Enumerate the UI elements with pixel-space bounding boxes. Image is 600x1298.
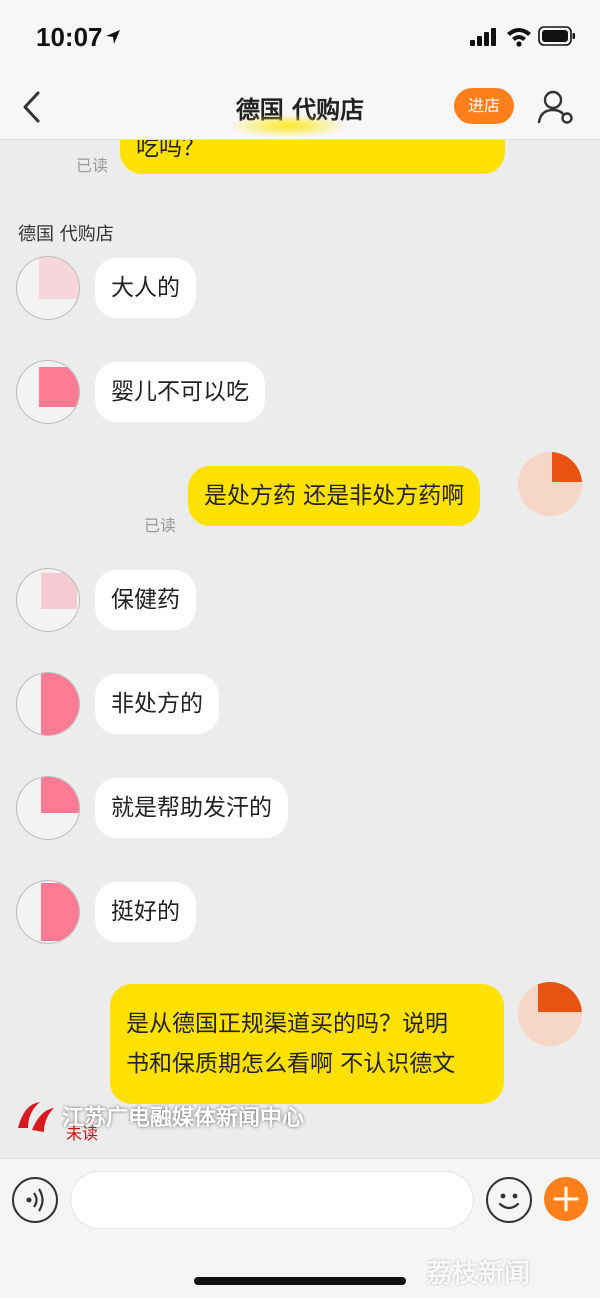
read-status: 已读 [76, 156, 109, 175]
seller-avatar[interactable] [16, 568, 80, 632]
voice-input-button[interactable] [12, 1177, 58, 1223]
message-bubble-incoming[interactable]: 保健药 [95, 570, 196, 630]
watermark-text: 江苏广电融媒体新闻中心 [62, 1106, 305, 1131]
message-bubble-incoming[interactable]: 就是帮助发汗的 [95, 778, 288, 838]
message-bubble-incoming[interactable]: 非处方的 [95, 674, 219, 734]
enter-store-button[interactable]: 进店 [454, 88, 514, 124]
message-text: 非处方的 [111, 691, 203, 717]
buyer-avatar[interactable] [518, 452, 582, 516]
message-text: 保健药 [111, 587, 180, 613]
message-bubble-incoming[interactable]: 大人的 [95, 258, 196, 318]
message-bubble-incoming[interactable]: 挺好的 [95, 882, 196, 942]
message-bubble-outgoing[interactable]: 是处方药 还是非处方药啊 [188, 466, 481, 526]
home-indicator[interactable] [194, 1277, 406, 1285]
message-text: 就是帮助发汗的 [111, 795, 272, 821]
plus-icon [553, 1186, 579, 1212]
cellular-signal-icon [470, 28, 496, 46]
message-bubble-outgoing[interactable]: 是从德国正规渠道买的吗？说明 书和保质期怎么看啊 不认识德文 [110, 984, 504, 1104]
voice-waves-icon [26, 1188, 44, 1212]
input-bar: 荔枝新闻 [0, 1158, 600, 1298]
read-status: 已读 [144, 516, 177, 535]
title-redaction-blur [228, 114, 348, 138]
message-input[interactable] [70, 1171, 474, 1229]
location-arrow-icon [106, 30, 120, 44]
message-text: 大人的 [111, 275, 180, 301]
wifi-icon [507, 28, 531, 47]
corner-watermark: 荔枝新闻 [426, 1259, 531, 1289]
buyer-avatar[interactable] [518, 982, 582, 1046]
status-bar: 10:07 [0, 0, 600, 72]
nav-bar: 德国 代购店 进店 [0, 72, 600, 140]
emoji-button[interactable] [486, 1177, 532, 1223]
smiley-icon [498, 1193, 520, 1210]
message-bubble-outgoing[interactable]: 吃吗？ [120, 140, 505, 174]
battery-icon [538, 26, 575, 46]
seller-avatar[interactable] [16, 256, 80, 320]
chat-area[interactable]: 吃吗？ 已读 德国 代购店 大人的 婴儿不可以吃 是处方药 还是非处方药啊 已读… [0, 140, 600, 1158]
seller-avatar[interactable] [16, 360, 80, 424]
message-text: 婴儿不可以吃 [111, 379, 249, 405]
message-bubble-incoming[interactable]: 婴儿不可以吃 [95, 362, 265, 422]
message-text: 挺好的 [111, 899, 180, 925]
seller-avatar[interactable] [16, 776, 80, 840]
broadcaster-logo-icon [18, 1102, 54, 1132]
seller-avatar[interactable] [16, 672, 80, 736]
message-text: 是处方药 还是非处方药啊 [204, 483, 465, 509]
unread-status: 未读 [66, 1124, 99, 1143]
message-text: 吃吗？ [136, 140, 205, 161]
message-text-line: 书和保质期怎么看啊 不认识德文 [126, 1051, 456, 1077]
seller-avatar[interactable] [16, 880, 80, 944]
message-text-line: 是从德国正规渠道买的吗？说明 [126, 1011, 448, 1037]
user-settings-icon[interactable] [536, 88, 574, 124]
more-actions-button[interactable] [544, 1177, 588, 1221]
sender-name: 德国 代购店 [18, 224, 114, 245]
status-time: 10:07 [36, 22, 103, 52]
